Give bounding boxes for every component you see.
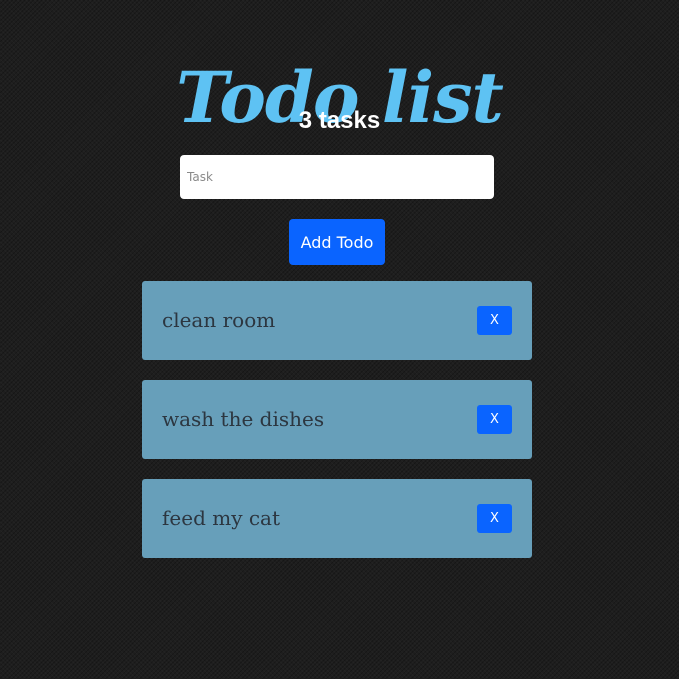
todo-item: wash the dishes X <box>142 380 532 459</box>
todo-list: clean room X wash the dishes X feed my c… <box>142 281 532 578</box>
add-todo-button[interactable]: Add Todo <box>289 219 385 265</box>
todo-text: clean room <box>162 308 276 332</box>
task-input[interactable] <box>180 155 494 199</box>
delete-todo-button[interactable]: X <box>477 405 512 434</box>
todo-text: wash the dishes <box>162 407 325 431</box>
todo-item: clean room X <box>142 281 532 360</box>
task-count: 3 tasks <box>298 107 381 134</box>
delete-todo-button[interactable]: X <box>477 306 512 335</box>
delete-todo-button[interactable]: X <box>477 504 512 533</box>
todo-text: feed my cat <box>162 506 281 530</box>
todo-item: feed my cat X <box>142 479 532 558</box>
